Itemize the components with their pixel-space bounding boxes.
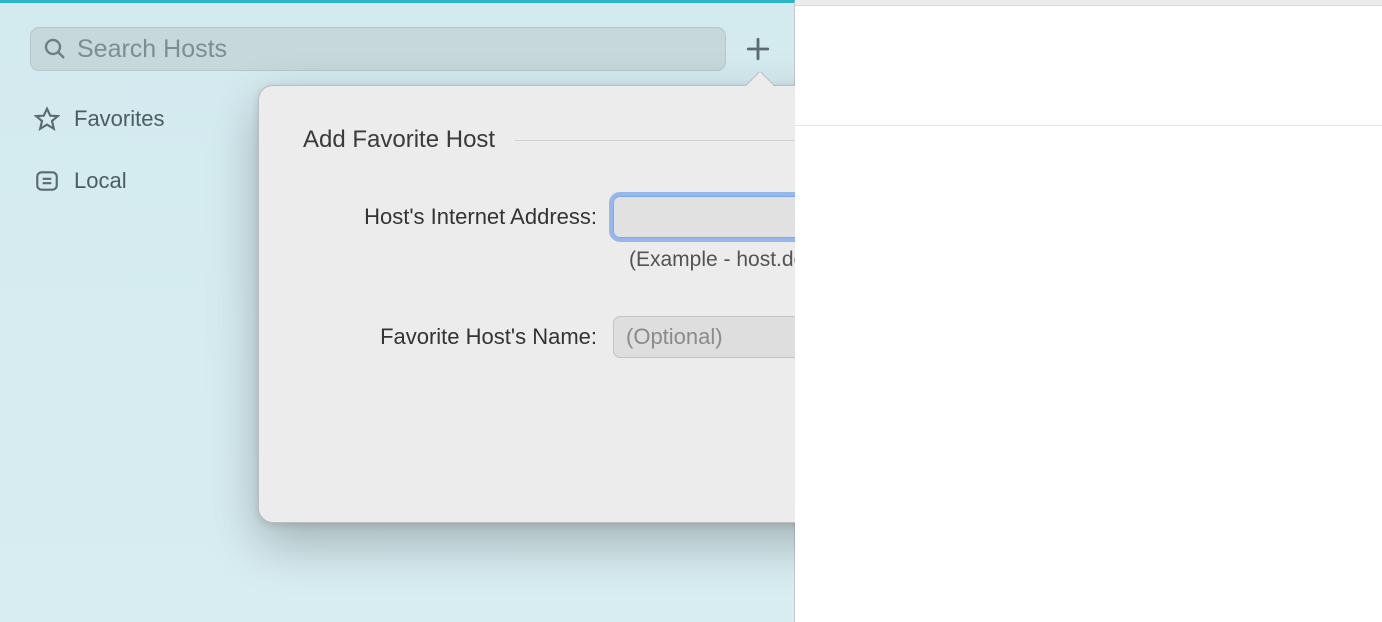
sidebar: Search Hosts Favorites Local bbox=[0, 0, 795, 622]
add-host-button[interactable] bbox=[740, 31, 776, 67]
search-icon bbox=[43, 37, 67, 61]
search-input[interactable]: Search Hosts bbox=[30, 27, 726, 71]
sidebar-item-label: Favorites bbox=[74, 106, 164, 132]
popover-arrow bbox=[745, 72, 773, 86]
plus-icon bbox=[745, 36, 771, 62]
main-area bbox=[795, 0, 1382, 622]
local-icon bbox=[34, 168, 60, 194]
sidebar-item-label: Local bbox=[74, 168, 127, 194]
star-icon bbox=[34, 106, 60, 132]
main-top-border bbox=[795, 0, 1382, 6]
popover-title: Add Favorite Host bbox=[303, 126, 495, 154]
address-label: Host's Internet Address: bbox=[303, 204, 613, 230]
search-row: Search Hosts bbox=[0, 3, 794, 71]
name-label: Favorite Host's Name: bbox=[303, 324, 613, 350]
search-placeholder: Search Hosts bbox=[77, 35, 227, 64]
main-divider bbox=[795, 125, 1382, 126]
